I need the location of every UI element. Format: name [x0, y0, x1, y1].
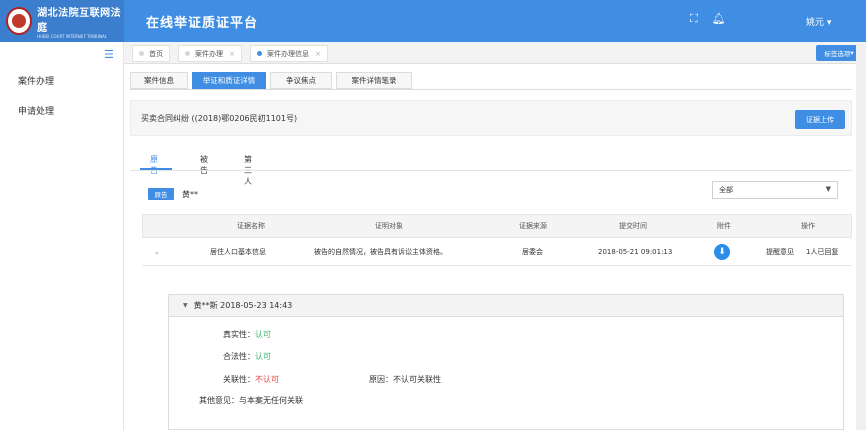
- row-expand-toggle[interactable]: ⌄: [154, 238, 160, 265]
- collapse-arrow-icon: ▼: [183, 302, 188, 309]
- tab-case-handling[interactable]: 案件办理 ×: [178, 45, 242, 62]
- sidebar: ☰ 案件办理 申请处理: [0, 42, 124, 430]
- tab-home[interactable]: 首页: [132, 45, 170, 62]
- legality-field: 合法性：认可: [223, 352, 271, 361]
- other-opinion-field: 其他意见：与本案无任何关联: [199, 396, 303, 405]
- page-tabbar: 首页 案件办理 × 案件办理信息 ×: [124, 42, 866, 64]
- relevance-value: 不认可: [255, 375, 279, 384]
- evidence-filter-select[interactable]: 全部 ▼: [712, 181, 838, 199]
- cross-exam-detail: ▼ 黄**斯 2018-05-23 14:43 真实性：认可 合法性：认可 关联…: [168, 294, 844, 430]
- tab-plaintiff[interactable]: 原告: [150, 154, 158, 176]
- other-opinion-value: 与本案无任何关联: [239, 396, 303, 405]
- submit-time: 2018-05-21 09:01:13: [598, 247, 673, 256]
- evidence-name: 居住人口基本信息: [210, 247, 266, 256]
- header-evidence-name: 证据名称: [237, 222, 265, 230]
- close-icon[interactable]: ×: [229, 50, 235, 58]
- chevron-down-icon: ▾: [850, 49, 854, 57]
- authenticity-field: 真实性：认可: [223, 330, 271, 339]
- table-header: 证据名称 证明对象 证据来源 提交时间 附件 操作: [142, 214, 852, 238]
- legality-value: 认可: [255, 352, 271, 361]
- tab-case-record[interactable]: 案件详情笔录: [336, 72, 412, 89]
- divider: [130, 170, 852, 171]
- tab-case-info-detail[interactable]: 案件信息: [130, 72, 188, 89]
- divider: [130, 89, 852, 90]
- app-title: 在线举证质证平台: [146, 15, 259, 31]
- top-header: 湖北法院互联网法庭 HUBEI COURT INTERNET TRIBUNAL …: [0, 0, 866, 42]
- sidebar-item-cases[interactable]: 案件办理: [18, 74, 54, 87]
- evidence-source: 居委会: [522, 247, 543, 256]
- tab-case-info[interactable]: 案件办理信息 ×: [250, 45, 328, 62]
- download-icon[interactable]: ⬇: [714, 243, 730, 260]
- caret-down-icon: ▼: [825, 185, 831, 193]
- reason-field: 原因：不认可关联性: [369, 375, 441, 384]
- user-menu[interactable]: 姚元 ▾: [806, 15, 831, 28]
- user-name: 姚元: [806, 18, 825, 28]
- authenticity-value: 认可: [255, 330, 271, 339]
- party-name: 黄**: [182, 190, 198, 199]
- case-panel: 买卖合同纠纷 ((2018)鄂0206民初1101号) 证据上传: [130, 100, 852, 136]
- upload-evidence-button[interactable]: 证据上传: [795, 110, 845, 129]
- logo: 湖北法院互联网法庭 HUBEI COURT INTERNET TRIBUNAL: [0, 0, 124, 42]
- party-badge: 原告: [148, 188, 174, 200]
- close-icon[interactable]: ×: [315, 50, 321, 58]
- reason-value: 不认可关联性: [393, 375, 441, 384]
- header-source: 证据来源: [519, 222, 547, 230]
- detail-header[interactable]: ▼ 黄**斯 2018-05-23 14:43: [169, 295, 843, 317]
- tab-dispute-focus[interactable]: 争议焦点: [270, 72, 332, 89]
- scrollbar[interactable]: [856, 44, 866, 430]
- feedback-link[interactable]: 提醒意见: [766, 238, 794, 265]
- bell-icon[interactable]: 🔔︎: [712, 12, 726, 26]
- header-action: 操作: [801, 222, 815, 230]
- tab-evidence-detail[interactable]: 举证和质证详情: [192, 72, 266, 89]
- logo-text: 湖北法院互联网法庭: [37, 7, 122, 34]
- header-submit-time: 提交时间: [619, 222, 647, 230]
- tab-defendant[interactable]: 被告: [200, 154, 208, 176]
- fullscreen-icon[interactable]: ⛶: [690, 12, 698, 26]
- proof-object: 被告的自然情况，被告具有诉讼主体资格。: [314, 247, 447, 256]
- table-row: ⌄ 居住人口基本信息 被告的自然情况，被告具有诉讼主体资格。 居委会 2018-…: [142, 238, 852, 266]
- header-attachment: 附件: [717, 222, 731, 230]
- menu-toggle-icon[interactable]: ☰: [104, 48, 114, 61]
- court-emblem-icon: [6, 7, 33, 35]
- relevance-field: 关联性：不认可: [223, 375, 279, 384]
- case-title: 买卖合同纠纷 ((2018)鄂0206民初1101号): [141, 114, 298, 123]
- chevron-down-icon: ▾: [826, 18, 832, 28]
- reply-count: 1人已回复: [806, 247, 839, 256]
- header-proof-object: 证明对象: [375, 222, 403, 230]
- sidebar-item-applications[interactable]: 申请处理: [18, 104, 54, 117]
- logo-subtext: HUBEI COURT INTERNET TRIBUNAL: [37, 33, 107, 39]
